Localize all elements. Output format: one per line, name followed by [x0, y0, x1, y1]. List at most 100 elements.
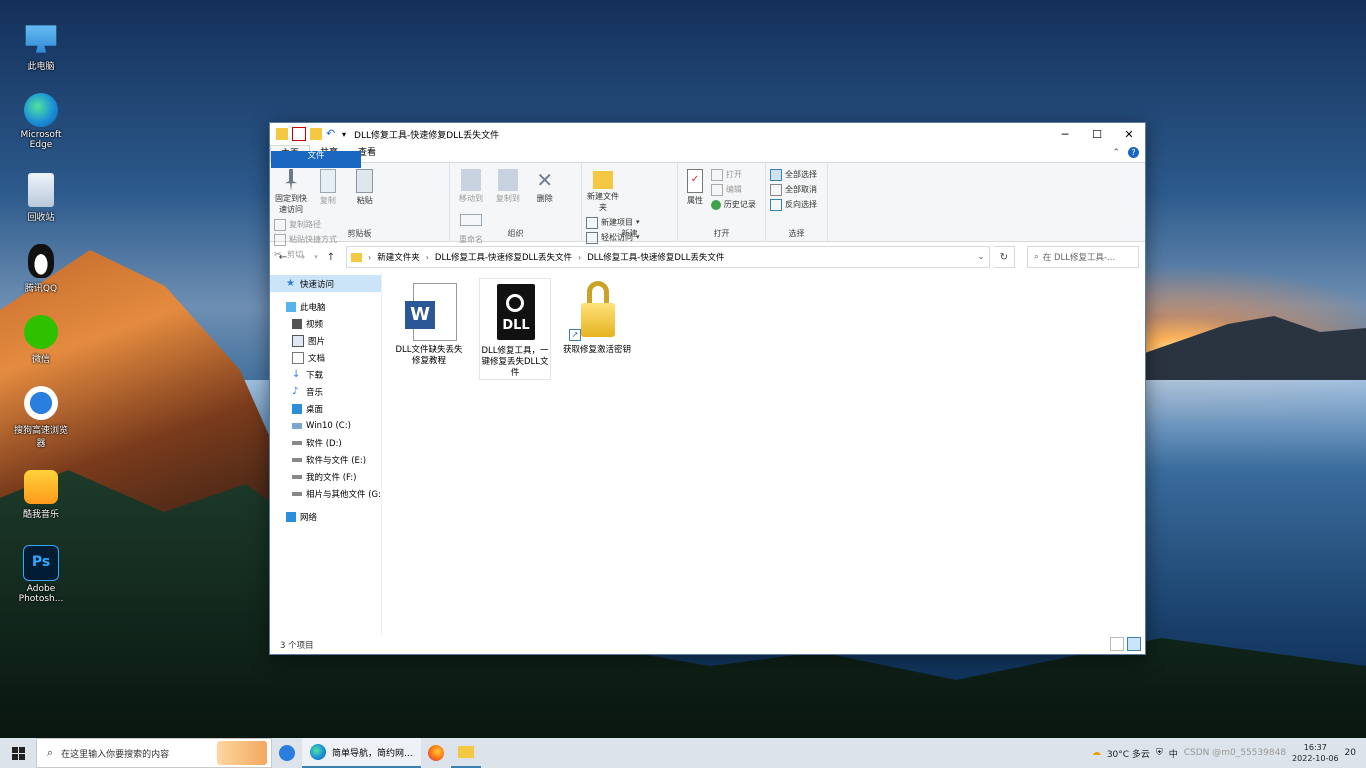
- delete-button[interactable]: ✕ 删除: [528, 165, 562, 204]
- copy-to-button[interactable]: 复制到: [491, 165, 525, 204]
- properties-check-icon[interactable]: [292, 127, 306, 141]
- edge-taskbar-app[interactable]: 简单导航，简约网...: [302, 738, 421, 768]
- quick-access-toolbar: ↶ ▾: [270, 127, 346, 141]
- nav-documents[interactable]: 文档: [270, 349, 381, 366]
- group-label-open: 打开: [713, 229, 730, 238]
- desktop-icon-qq[interactable]: 腾讯QQ: [14, 244, 68, 294]
- select-all-icon: [770, 168, 782, 181]
- new-item-icon: [586, 216, 598, 229]
- file-item[interactable]: W DLL文件缺失丢失修复教程: [394, 278, 464, 367]
- desktop-icon-kuwo-music[interactable]: 酷我音乐: [14, 470, 68, 520]
- group-label-organize: 组织: [507, 229, 524, 238]
- date: 2022-10-06: [1292, 754, 1339, 763]
- kuwo-music-icon: [24, 470, 58, 504]
- nav-desktop[interactable]: 桌面: [270, 400, 381, 417]
- padlock-shortcut-icon: ↗: [567, 281, 627, 343]
- nav-drive-d[interactable]: 软件 (D:): [270, 434, 381, 451]
- maximize-button[interactable]: ☐: [1081, 123, 1113, 145]
- search-icon: ⌕: [47, 746, 54, 759]
- desktop-icon-label: 腾讯QQ: [24, 284, 58, 294]
- nav-quick-access[interactable]: ★ 快速访问: [270, 275, 381, 292]
- large-icons-view-icon[interactable]: [1127, 637, 1141, 651]
- help-icon[interactable]: ?: [1128, 147, 1139, 158]
- edit-button[interactable]: 编辑: [710, 182, 756, 197]
- file-item[interactable]: ↗ 获取修复激活密钥: [562, 278, 632, 356]
- address-dropdown-icon[interactable]: ⌄: [973, 252, 989, 262]
- nav-this-pc[interactable]: 此电脑: [270, 298, 381, 315]
- network-icon: [286, 511, 296, 522]
- invert-selection-button[interactable]: 反向选择: [770, 197, 817, 212]
- nav-drive-f[interactable]: 我的文件 (F:): [270, 468, 381, 485]
- search-input[interactable]: ⌕ 在 DLL修复工具-...: [1027, 246, 1139, 268]
- desktop-icon-this-pc[interactable]: 此电脑: [14, 22, 68, 72]
- edge-icon: [310, 744, 326, 760]
- nav-music[interactable]: ♪ 音乐: [270, 383, 381, 400]
- copy-button[interactable]: 复制: [311, 165, 345, 206]
- file-item[interactable]: DLL DLL修复工具，一键修复丢失DLL文件: [479, 278, 551, 380]
- open-button[interactable]: 打开: [710, 167, 756, 182]
- nav-drive-c[interactable]: Win10 (C:): [270, 417, 381, 434]
- undo-icon[interactable]: ↶: [326, 128, 338, 140]
- address-bar[interactable]: › 新建文件夹 › DLL修复工具-快速修复DLL丢失文件 › DLL修复工具-…: [346, 246, 990, 268]
- new-folder-icon[interactable]: [310, 128, 322, 140]
- windows-drive-icon: [292, 422, 302, 429]
- edit-icon: [710, 183, 723, 196]
- download-arrow-icon: ↓: [292, 368, 301, 380]
- refresh-button[interactable]: ↻: [994, 246, 1015, 268]
- clock[interactable]: 16:37 2022-10-06: [1292, 742, 1339, 764]
- chevron-right-icon: ›: [368, 252, 372, 262]
- details-view-icon[interactable]: [1110, 637, 1124, 651]
- desktop-icon-edge[interactable]: Microsoft Edge: [14, 93, 68, 150]
- nav-videos[interactable]: 视频: [270, 315, 381, 332]
- nav-downloads[interactable]: ↓ 下载: [270, 366, 381, 383]
- desktop-icon-label: 搜狗高速浏览器: [14, 426, 69, 449]
- pin-icon: [285, 169, 297, 191]
- cut-button[interactable]: ✂ 剪切: [274, 247, 337, 262]
- collapse-ribbon-icon[interactable]: ⌃: [1112, 148, 1120, 158]
- breadcrumb-item[interactable]: DLL修复工具-快速修复DLL丢失文件: [587, 251, 724, 263]
- nav-network[interactable]: 网络: [270, 508, 381, 525]
- breadcrumb-item[interactable]: DLL修复工具-快速修复DLL丢失文件: [435, 251, 572, 263]
- ime-indicator[interactable]: 中: [1169, 747, 1178, 760]
- ribbon-tabs: 文件 主页 共享 查看 ⌃ ?: [270, 144, 1145, 168]
- drive-icon: [292, 457, 302, 462]
- shield-icon[interactable]: ⛨: [1156, 748, 1163, 758]
- desktop-icon-label: 微信: [31, 355, 50, 365]
- history-button[interactable]: 历史记录: [710, 197, 756, 212]
- search-icon: ⌕: [1034, 252, 1039, 262]
- firefox-taskbar-icon[interactable]: [421, 738, 451, 768]
- select-all-button[interactable]: 全部选择: [770, 167, 817, 182]
- properties-button[interactable]: ✓ 属性: [682, 165, 708, 206]
- star-icon: ★: [286, 277, 295, 289]
- taskbar-search-input[interactable]: ⌕ 在这里输入你要搜索的内容: [36, 738, 272, 768]
- select-none-button[interactable]: 全部取消: [770, 182, 817, 197]
- csdn-watermark: CSDN @m0_55539848: [1183, 748, 1287, 758]
- computer-icon: [286, 301, 296, 312]
- breadcrumb-item[interactable]: 新建文件夹: [377, 251, 420, 263]
- close-button[interactable]: ✕: [1113, 123, 1145, 145]
- paste-button[interactable]: 粘贴: [348, 165, 382, 206]
- sogou-browser-taskbar-icon[interactable]: [272, 738, 302, 768]
- window-controls: ─ ☐ ✕: [1049, 123, 1145, 145]
- new-folder-button[interactable]: 新建文件夹: [586, 165, 620, 213]
- nav-drive-g[interactable]: 相片与其他文件 (G:: [270, 485, 381, 502]
- move-to-button[interactable]: 移动到: [454, 165, 488, 204]
- folder-icon: [276, 128, 288, 140]
- nav-pictures[interactable]: 图片: [270, 332, 381, 349]
- minimize-button[interactable]: ─: [1049, 123, 1081, 145]
- properties-icon: ✓: [687, 169, 703, 193]
- qat-dropdown-icon[interactable]: ▾: [342, 130, 346, 139]
- desktop-icon-photoshop[interactable]: Ps Adobe Photosh...: [14, 545, 68, 604]
- group-label-new: 新建: [621, 229, 638, 238]
- nav-drive-e[interactable]: 软件与文件 (E:): [270, 451, 381, 468]
- pin-quick-access-button[interactable]: 固定到快速访问: [274, 165, 308, 215]
- weather-text[interactable]: 30°C 多云: [1107, 747, 1150, 760]
- start-button[interactable]: [0, 738, 36, 768]
- invert-selection-icon: [770, 198, 782, 211]
- file-explorer-taskbar-icon[interactable]: [450, 738, 481, 768]
- desktop-icon-recycle-bin[interactable]: 回收站: [14, 173, 68, 223]
- copy-icon: [319, 169, 336, 193]
- desktop-icon-wechat[interactable]: 微信: [14, 315, 68, 365]
- desktop-icon-sogou-browser[interactable]: 搜狗高速浏览器: [14, 386, 68, 449]
- notification-count[interactable]: 20: [1345, 748, 1356, 758]
